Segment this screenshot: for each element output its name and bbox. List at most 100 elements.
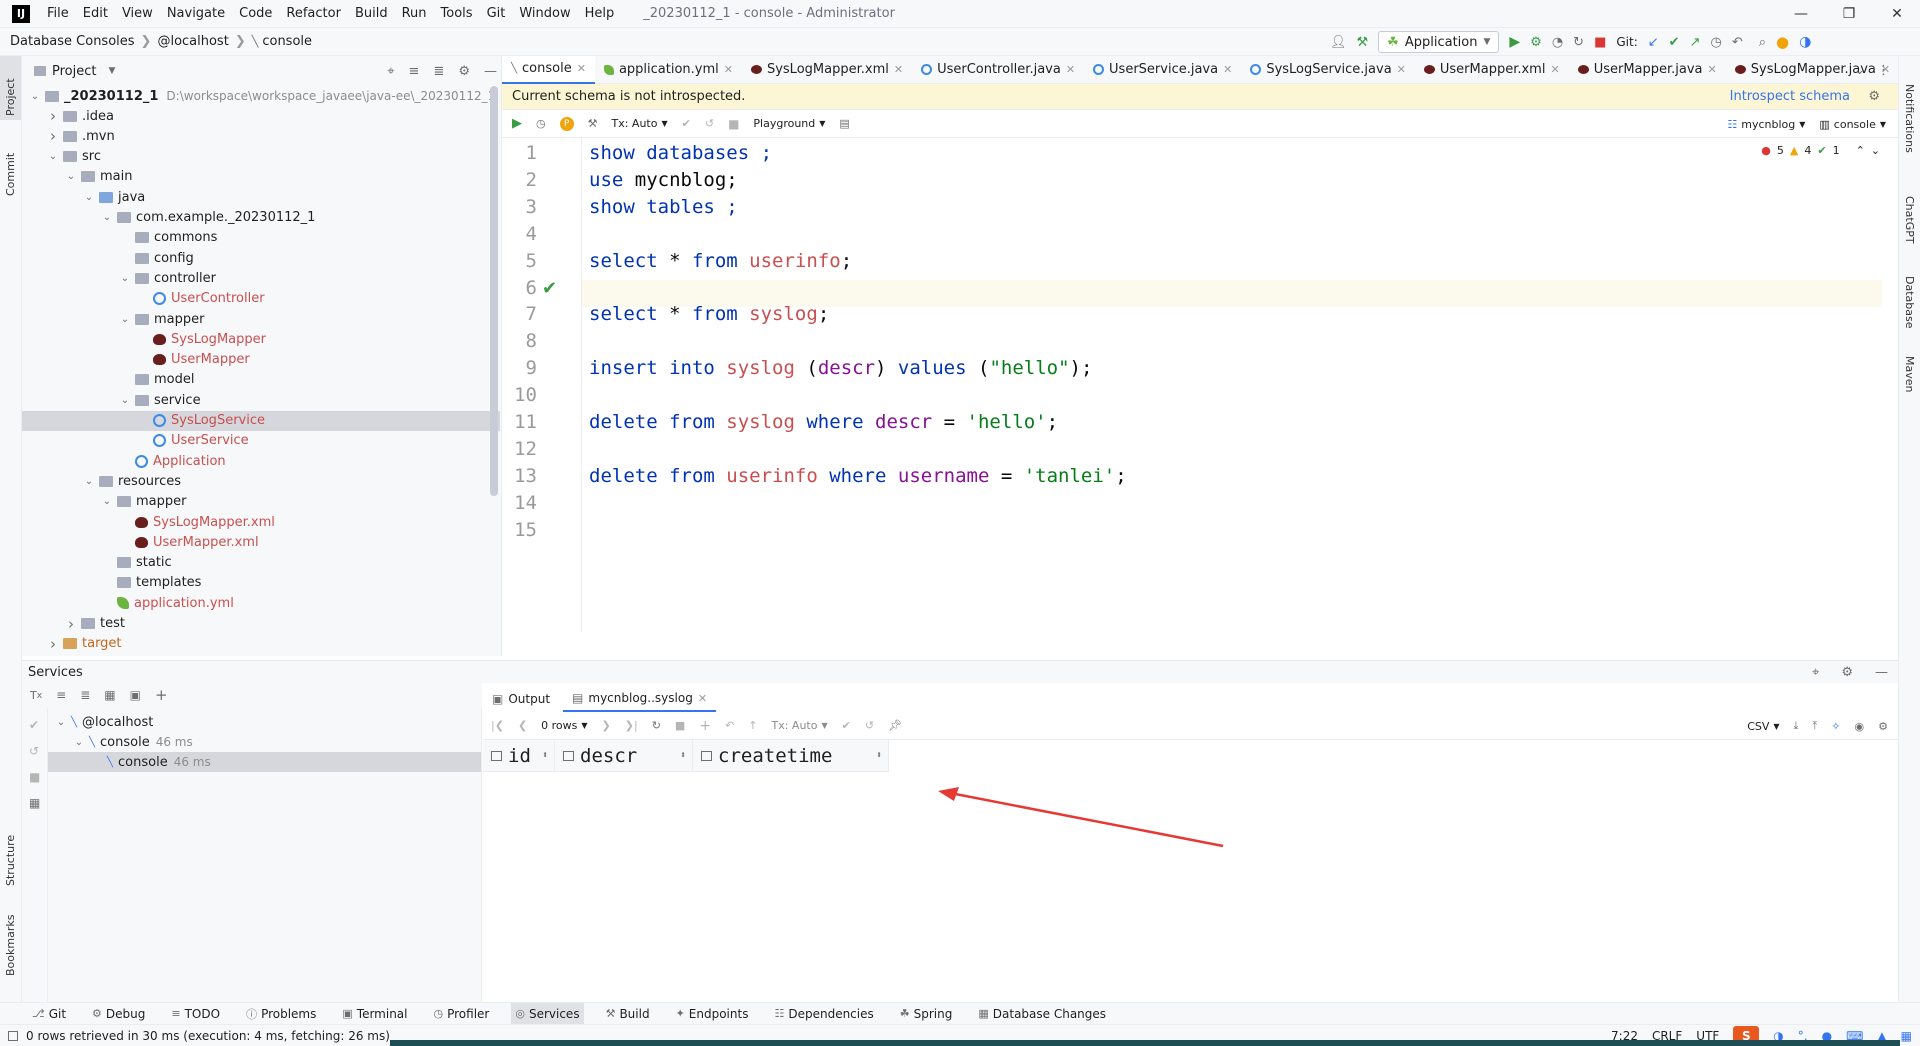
- stop-icon[interactable]: ■: [29, 770, 40, 784]
- gear-icon[interactable]: ⚙: [1841, 665, 1853, 680]
- status-toggle-icon[interactable]: [8, 1030, 18, 1041]
- tree-item[interactable]: UserController: [136, 289, 265, 309]
- tool-tab-profiler[interactable]: ◷ Profiler: [430, 1003, 494, 1025]
- project-title[interactable]: Project: [52, 64, 96, 79]
- tool-tab-debug[interactable]: ⚙ Debug: [88, 1003, 149, 1025]
- build-hammer-icon[interactable]: ⚒: [1357, 35, 1369, 50]
- editor-tab[interactable]: UserMapper.java ✕: [1569, 56, 1726, 84]
- git-push-icon[interactable]: ↗: [1690, 35, 1701, 50]
- tree-item[interactable]: ⌄ mapper: [100, 492, 187, 512]
- tool-tab-problems[interactable]: ⓘ Problems: [242, 1003, 320, 1025]
- add-service-icon[interactable]: ⌖: [1812, 665, 1819, 680]
- first-page-icon[interactable]: |❮: [491, 719, 504, 732]
- rollback-icon[interactable]: ↺: [29, 744, 39, 758]
- editor-tab[interactable]: UserController.java ✕: [912, 56, 1084, 84]
- close-tab-icon[interactable]: ✕: [698, 692, 707, 705]
- parameters-icon[interactable]: P: [559, 116, 574, 131]
- tree-item[interactable]: .gitignore: [46, 654, 144, 656]
- export-format-select[interactable]: CSV ▼: [1747, 720, 1779, 733]
- hide-icon[interactable]: —: [484, 64, 497, 79]
- tree-item[interactable]: model: [118, 370, 194, 390]
- tool-tab-todo[interactable]: ≡ TODO: [167, 1003, 224, 1025]
- tool-tab-services[interactable]: ◎ Services: [511, 1002, 584, 1025]
- session-select[interactable]: ▥ console ▼: [1819, 118, 1886, 131]
- tool-tab-dependencies[interactable]: ☷ Dependencies: [770, 1003, 877, 1025]
- close-tab-icon[interactable]: ✕: [724, 63, 733, 76]
- more-icon[interactable]: ⋮: [1877, 63, 1890, 78]
- tool-tab-build[interactable]: ⚒ Build: [602, 1003, 654, 1025]
- stop-icon[interactable]: ■: [1594, 35, 1606, 50]
- chevron-down-icon[interactable]: ⌄: [82, 476, 96, 487]
- menu-item-help[interactable]: Help: [578, 6, 622, 21]
- tree-item[interactable]: Application: [118, 451, 226, 471]
- tree-item[interactable]: ⌄ src: [46, 147, 101, 167]
- service-tree-item[interactable]: ╲ console 46 ms: [90, 752, 211, 772]
- table-icon[interactable]: ▤: [839, 117, 849, 130]
- editor-tab[interactable]: ╲ console ✕: [502, 55, 595, 84]
- menu-item-git[interactable]: Git: [480, 6, 513, 21]
- chevron-right-icon[interactable]: ›: [64, 615, 78, 633]
- last-page-icon[interactable]: ❯|: [625, 719, 638, 732]
- tool-tab-git[interactable]: ⎇ Git: [28, 1003, 70, 1025]
- stop-icon[interactable]: ■: [675, 719, 685, 732]
- commit-check-icon[interactable]: ✔: [842, 719, 851, 732]
- commit-check-icon[interactable]: ✔: [29, 718, 39, 732]
- tree-item[interactable]: ⌄ com.example._20230112_1: [100, 208, 316, 228]
- update-icon[interactable]: ●: [1776, 33, 1789, 51]
- tree-item[interactable]: ⌄ resources: [82, 471, 181, 491]
- menu-item-build[interactable]: Build: [348, 6, 395, 21]
- result-tab[interactable]: ▣ Output: [483, 686, 559, 712]
- compare-icon[interactable]: ✧: [1831, 720, 1840, 733]
- service-tree-item[interactable]: ⌄ ╲ console 46 ms: [72, 732, 193, 752]
- inspection-widget[interactable]: ● 5 ▲ 4 ✔ 1 ⌃ ⌄: [1761, 144, 1880, 157]
- close-tab-icon[interactable]: ✕: [577, 62, 586, 75]
- chevron-down-icon[interactable]: ⌄: [46, 151, 60, 162]
- close-tab-icon[interactable]: ✕: [1708, 63, 1717, 76]
- datasource-select[interactable]: ☷ mycnblog ▼: [1727, 118, 1805, 131]
- close-tab-icon[interactable]: ✕: [894, 63, 903, 76]
- filter-icon[interactable]: ▣: [130, 688, 141, 702]
- chevron-down-icon[interactable]: ⌄: [54, 717, 68, 728]
- run-configuration-select[interactable]: ☘ Application ▼: [1378, 31, 1500, 53]
- commit-check-icon[interactable]: ✔: [682, 117, 691, 130]
- previous-page-icon[interactable]: ❮: [518, 719, 527, 732]
- tree-item[interactable]: ⌄ main: [64, 167, 133, 187]
- result-tab[interactable]: ▤ mycnblog..syslog ✕: [563, 686, 717, 712]
- menu-item-tools[interactable]: Tools: [434, 6, 480, 21]
- editor-tab[interactable]: SysLogMapper.xml ✕: [742, 56, 912, 84]
- collapse-all-icon[interactable]: ≣: [80, 688, 90, 702]
- search-icon[interactable]: ⌕: [1759, 35, 1766, 50]
- project-tool-button[interactable]: Project: [4, 78, 17, 116]
- editor-tab[interactable]: SysLogService.java ✕: [1241, 56, 1415, 84]
- add-icon[interactable]: +: [155, 686, 168, 704]
- rollback-icon[interactable]: ↶: [1732, 35, 1743, 50]
- service-tree-item[interactable]: ⌄ ╲ @localhost: [54, 712, 154, 732]
- chevron-down-icon[interactable]: ⌄: [100, 212, 114, 223]
- close-tab-icon[interactable]: ✕: [1397, 63, 1406, 76]
- chevron-right-icon[interactable]: ›: [46, 635, 60, 653]
- project-scrollbar[interactable]: [490, 86, 498, 496]
- tree-item[interactable]: › target: [46, 634, 122, 654]
- tree-item[interactable]: application.yml: [100, 593, 234, 613]
- download-icon[interactable]: ⤓: [1794, 719, 1799, 733]
- next-page-icon[interactable]: ❯: [602, 719, 611, 732]
- tree-item[interactable]: ⌄ mapper: [118, 309, 205, 329]
- submit-icon[interactable]: ↑: [748, 719, 757, 732]
- chevron-down-icon[interactable]: ⌄: [118, 273, 132, 284]
- chevron-down-icon[interactable]: ⌄: [82, 192, 96, 203]
- tree-item[interactable]: ⌄ service: [118, 390, 201, 410]
- chevron-down-icon[interactable]: ⌄: [64, 171, 78, 182]
- ime-menu-icon[interactable]: ▦: [1901, 1029, 1912, 1043]
- breadcrumb-database-consoles[interactable]: Database Consoles: [0, 34, 139, 49]
- tree-item[interactable]: commons: [118, 228, 217, 248]
- menu-item-window[interactable]: Window: [512, 6, 577, 21]
- upload-icon[interactable]: ⤒: [1812, 719, 1817, 733]
- tree-item[interactable]: UserService: [136, 431, 249, 451]
- chevron-right-icon[interactable]: ›: [46, 127, 60, 145]
- collapse-all-icon[interactable]: ≣: [433, 64, 444, 79]
- add-row-icon[interactable]: +: [699, 718, 711, 734]
- pin-icon[interactable]: 📌︎: [888, 719, 902, 732]
- chevron-down-icon[interactable]: ⌄: [118, 314, 132, 325]
- close-tab-icon[interactable]: ✕: [1223, 63, 1232, 76]
- gear-icon[interactable]: ⚙: [1878, 720, 1888, 733]
